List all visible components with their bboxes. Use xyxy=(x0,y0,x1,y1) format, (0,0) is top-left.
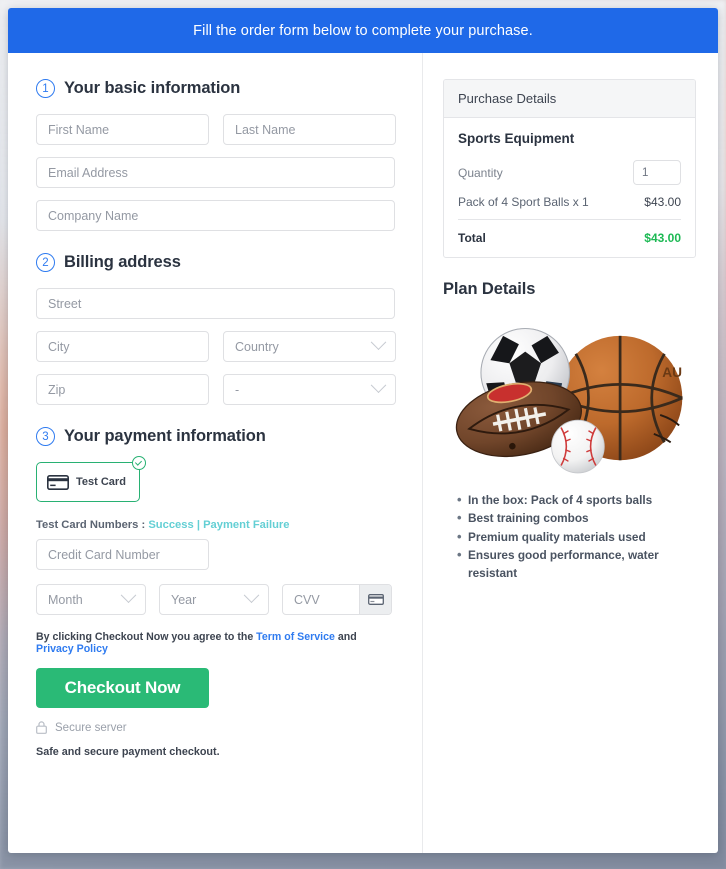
sports-balls-illustration: AU xyxy=(455,327,683,474)
first-name-input[interactable]: First Name xyxy=(36,114,209,145)
banner-message: Fill the order form below to complete yo… xyxy=(193,22,533,39)
secure-server-label: Secure server xyxy=(55,721,127,734)
cvv-card-icon-button[interactable] xyxy=(359,585,391,614)
success-link[interactable]: Success xyxy=(148,519,193,531)
cvv-field-group[interactable]: CVV xyxy=(282,584,392,615)
month-select[interactable]: Month xyxy=(36,584,146,615)
test-card-numbers-label: Test Card Numbers : xyxy=(36,519,146,531)
quantity-label: Quantity xyxy=(458,165,503,180)
credit-card-icon xyxy=(47,474,69,490)
year-select-value: Year xyxy=(171,592,197,607)
company-input[interactable]: Company Name xyxy=(36,200,395,231)
zip-state-row: Zip - xyxy=(36,374,396,405)
total-amount: $43.00 xyxy=(644,231,681,245)
quantity-row: Quantity 1 xyxy=(458,160,681,185)
summary-column: Purchase Details Sports Equipment Quanti… xyxy=(423,53,718,853)
total-label: Total xyxy=(458,231,486,245)
name-row: First Name Last Name xyxy=(36,114,396,145)
list-item: Ensures good performance, water resistan… xyxy=(457,545,696,583)
plan-features-list: In the box: Pack of 4 sports balls Best … xyxy=(443,490,696,583)
step-title-basic-info: Your basic information xyxy=(64,79,241,97)
state-select-value: - xyxy=(235,382,240,397)
state-select[interactable]: - xyxy=(223,374,396,405)
sports-balls-image: AU xyxy=(443,317,696,477)
line-item-row: Pack of 4 Sport Balls x 1 $43.00 xyxy=(458,195,681,209)
terms-line: By clicking Checkout Now you agree to th… xyxy=(36,631,395,655)
plan-details-title: Plan Details xyxy=(443,280,536,298)
secure-server-note: Secure server xyxy=(36,721,395,734)
credit-card-number-input[interactable]: Credit Card Number xyxy=(36,539,209,570)
purchase-details-card: Purchase Details Sports Equipment Quanti… xyxy=(443,79,696,258)
term-of-service-link[interactable]: Term of Service xyxy=(256,631,335,643)
step-header-basic-info: 1 Your basic information xyxy=(36,79,395,98)
link-separator: | xyxy=(196,519,200,531)
terms-prefix: By clicking Checkout Now you agree to th… xyxy=(36,631,254,643)
order-form-column: 1 Your basic information First Name Last… xyxy=(8,53,423,853)
cvv-input[interactable]: CVV xyxy=(283,585,359,614)
purchase-details-header: Purchase Details xyxy=(444,80,695,118)
chevron-down-icon xyxy=(120,587,137,604)
test-card-option[interactable]: Test Card xyxy=(36,456,146,502)
city-input[interactable]: City xyxy=(36,331,209,362)
purchase-details-body: Sports Equipment Quantity 1 Pack of 4 Sp… xyxy=(444,118,695,257)
step-title-billing: Billing address xyxy=(64,253,181,271)
line-item-amount: $43.00 xyxy=(644,195,681,209)
content-columns: 1 Your basic information First Name Last… xyxy=(8,53,718,853)
safe-checkout-note: Safe and secure payment checkout. xyxy=(36,746,220,758)
last-name-input[interactable]: Last Name xyxy=(223,114,396,145)
city-country-row: City Country xyxy=(36,331,396,362)
month-select-value: Month xyxy=(48,592,83,607)
step-header-billing: 2 Billing address xyxy=(36,253,395,272)
expiry-cvv-row: Month Year CVV xyxy=(36,584,395,615)
country-select-value: Country xyxy=(235,339,279,354)
checkout-now-button[interactable]: Checkout Now xyxy=(36,668,209,708)
top-banner: Fill the order form below to complete yo… xyxy=(8,8,718,53)
step-number-3: 3 xyxy=(36,427,55,446)
step-number-1: 1 xyxy=(36,79,55,98)
check-circle-icon xyxy=(132,456,146,470)
year-select[interactable]: Year xyxy=(159,584,269,615)
credit-card-icon xyxy=(367,594,384,605)
zip-input[interactable]: Zip xyxy=(36,374,209,405)
street-input[interactable]: Street xyxy=(36,288,395,319)
line-item-label: Pack of 4 Sport Balls x 1 xyxy=(458,195,589,209)
step-title-payment: Your payment information xyxy=(64,427,266,445)
test-card-label: Test Card xyxy=(76,476,126,488)
list-item: In the box: Pack of 4 sports balls xyxy=(457,490,696,510)
payment-failure-link[interactable]: Payment Failure xyxy=(203,519,289,531)
chevron-down-icon xyxy=(370,377,387,394)
terms-and: and xyxy=(337,631,357,643)
step-header-payment: 3 Your payment information xyxy=(36,427,395,446)
product-name: Sports Equipment xyxy=(458,131,575,146)
svg-text:AU: AU xyxy=(662,365,682,380)
privacy-policy-link[interactable]: Privacy Policy xyxy=(36,643,108,655)
test-card-numbers-line: Test Card Numbers : Success | Payment Fa… xyxy=(36,519,395,531)
quantity-input[interactable]: 1 xyxy=(633,160,681,185)
chevron-down-icon xyxy=(370,334,387,351)
total-row: Total $43.00 xyxy=(458,219,681,245)
country-select[interactable]: Country xyxy=(223,331,396,362)
email-row: Email Address xyxy=(36,157,395,188)
list-item: Best training combos xyxy=(457,508,696,528)
chevron-down-icon xyxy=(243,587,260,604)
street-row: Street xyxy=(36,288,395,319)
email-input[interactable]: Email Address xyxy=(36,157,395,188)
company-row: Company Name xyxy=(36,200,395,231)
lock-icon xyxy=(36,721,47,734)
step-number-2: 2 xyxy=(36,253,55,272)
checkout-page: Fill the order form below to complete yo… xyxy=(8,8,718,853)
list-item: Premium quality materials used xyxy=(457,527,696,547)
